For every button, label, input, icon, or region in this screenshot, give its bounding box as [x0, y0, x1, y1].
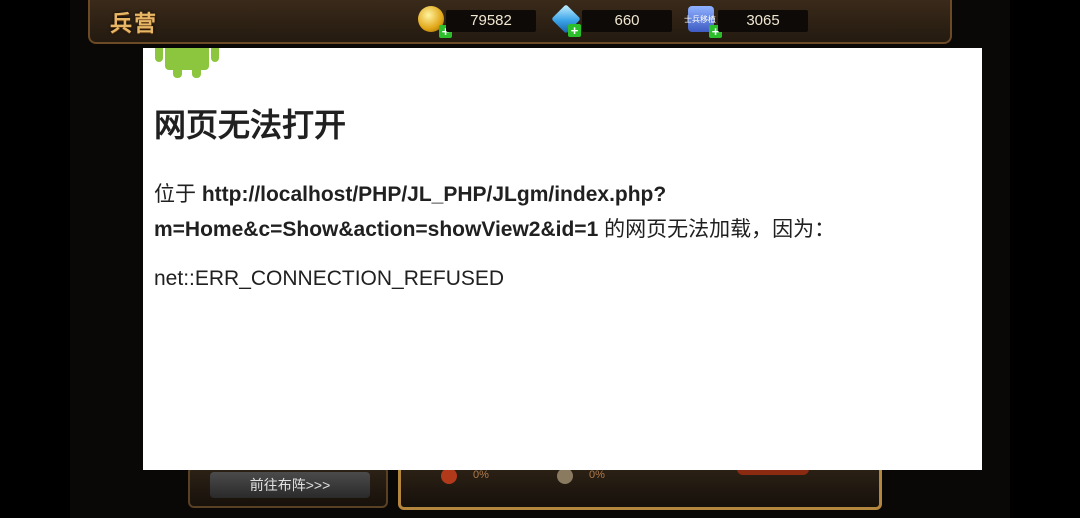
defense-icon	[557, 468, 573, 484]
error-url-part1: http://localhost/PHP/JL_PHP/JLgm/index.p…	[201, 183, 667, 206]
gold-count: 79582	[446, 10, 536, 32]
plus-icon[interactable]: +	[568, 24, 581, 37]
webview-error-page: 网页无法打开 位于 http://localhost/PHP/JL_PHP/JL…	[143, 48, 982, 470]
bottom-left-panel: 前往布阵>>>	[188, 466, 388, 508]
gem-count: 660	[582, 10, 672, 32]
error-prefix: 位于	[154, 183, 202, 206]
error-code: net::ERR_CONNECTION_REFUSED	[154, 267, 505, 290]
page-title: 兵营	[110, 11, 159, 36]
goto-formation-button[interactable]: 前往布阵>>>	[210, 472, 370, 498]
soldier-icon[interactable]: 士兵移植 +	[684, 6, 722, 38]
stat-value: 0%	[473, 469, 489, 481]
coin-icon[interactable]: +	[418, 6, 452, 38]
top-resource-bar: 兵营 + 79582 + 660 士兵移植 + 3065	[88, 0, 952, 44]
android-icon	[155, 48, 219, 78]
error-message-line1: 位于 http://localhost/PHP/JL_PHP/JLgm/inde…	[154, 178, 666, 208]
error-message-line2: m=Home&c=Show&action=showView2&id=1 的网页无…	[154, 213, 835, 243]
error-url-part2: m=Home&c=Show&action=showView2&id=1	[154, 218, 599, 241]
soldier-count: 3065	[718, 10, 808, 32]
stat-value: 0%	[589, 469, 605, 481]
error-suffix: 的网页无法加载，因为：	[598, 218, 836, 241]
error-title: 网页无法打开	[154, 107, 347, 143]
attack-icon	[441, 468, 457, 484]
